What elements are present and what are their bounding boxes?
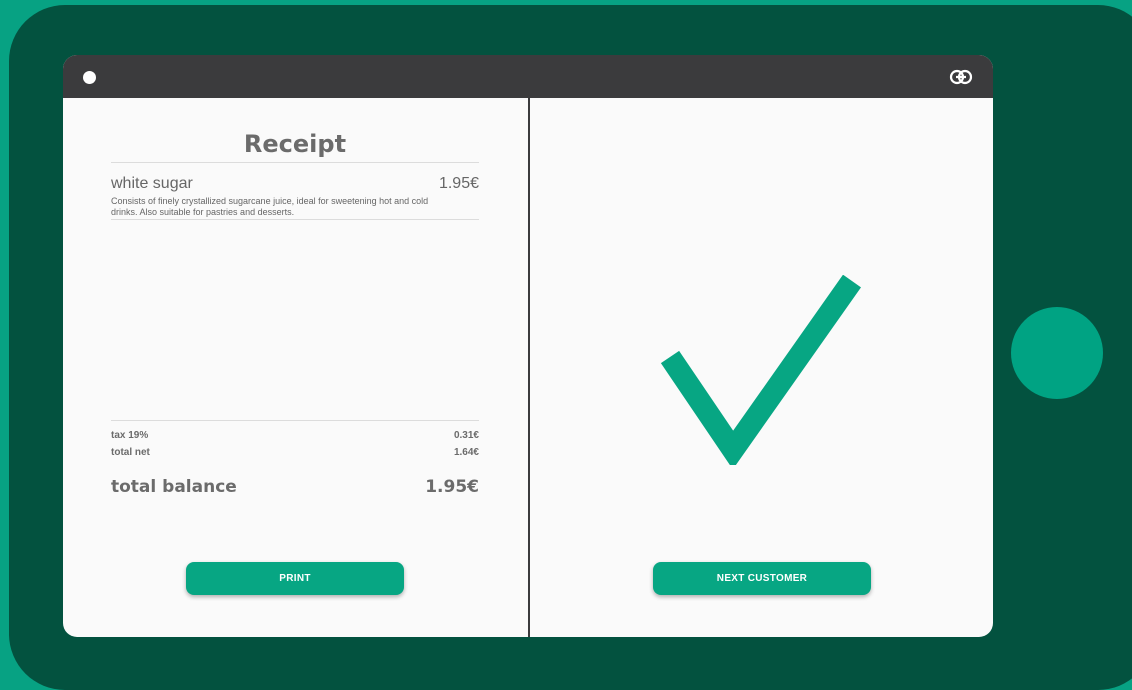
totals-divider	[111, 420, 479, 421]
receipt-title: Receipt	[243, 130, 347, 158]
panel-divider	[528, 55, 530, 637]
item-price: 1.95€	[438, 175, 479, 192]
screen: Receipt white sugar 1.95€ Consists of fi…	[63, 55, 993, 637]
status-dot-icon	[83, 71, 96, 84]
balance-value: 1.95€	[425, 477, 479, 497]
item-name: white sugar	[111, 175, 193, 192]
print-button[interactable]: PRINT	[186, 562, 404, 595]
net-label: total net	[111, 447, 150, 458]
item-description: Consists of finely crystallized sugarcan…	[111, 196, 429, 217]
balance-label: total balance	[111, 477, 237, 497]
link-icon[interactable]	[949, 68, 973, 86]
tax-value: 0.31€	[453, 430, 479, 441]
home-button[interactable]	[1011, 307, 1103, 399]
title-divider	[111, 162, 479, 163]
next-customer-button[interactable]: NEXT CUSTOMER	[653, 562, 871, 595]
item-divider	[111, 219, 479, 220]
tax-label: tax 19%	[111, 430, 149, 441]
checkmark-icon	[660, 275, 861, 465]
net-value: 1.64€	[453, 447, 479, 458]
